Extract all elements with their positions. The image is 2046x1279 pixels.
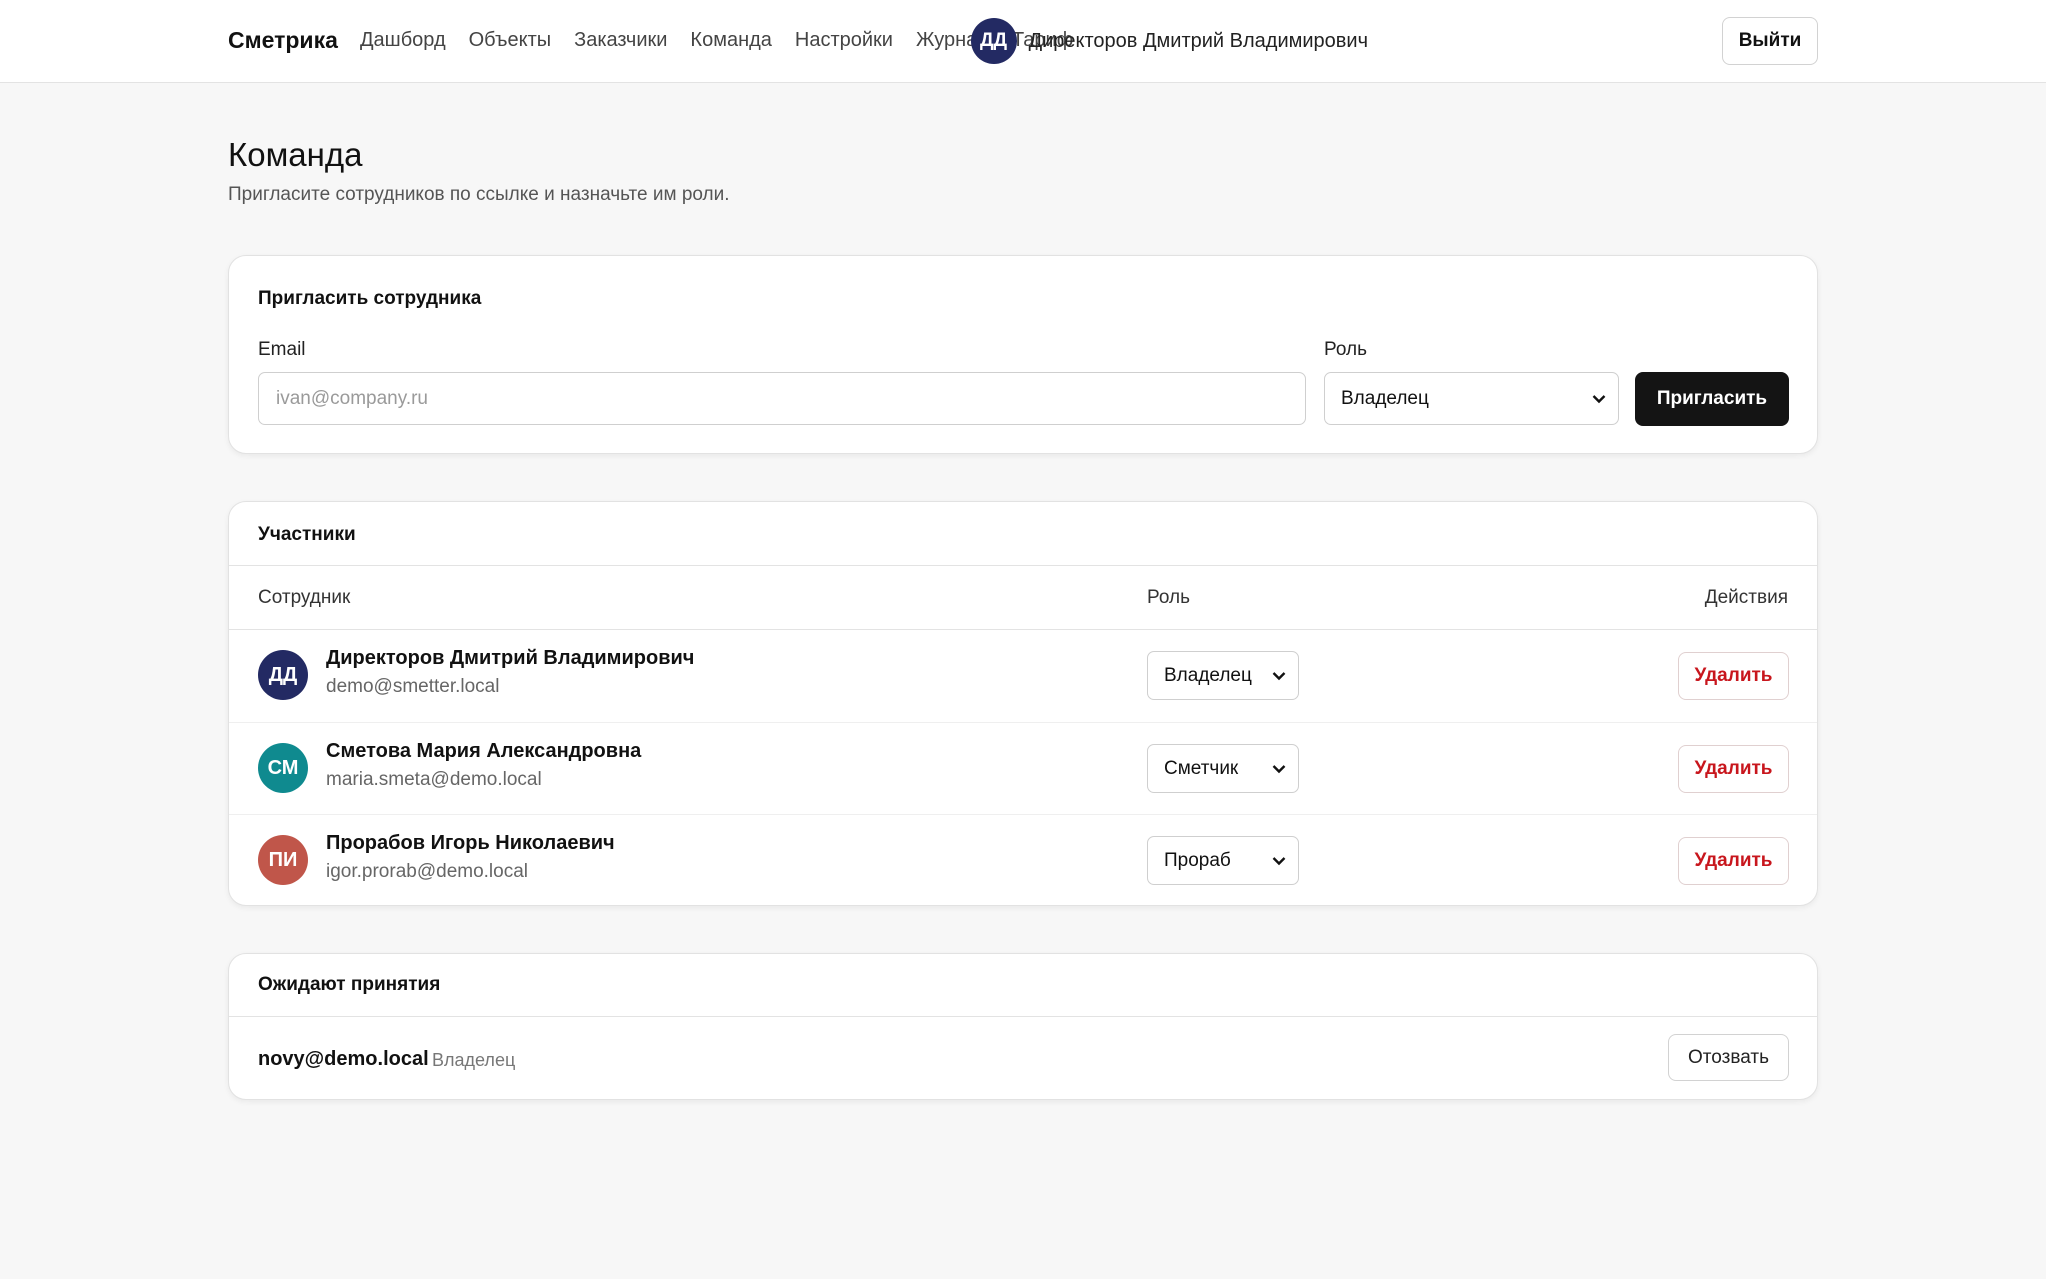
column-header-employee: Сотрудник (258, 587, 351, 608)
main-nav: Дашборд Объекты Заказчики Команда Настро… (360, 29, 1073, 52)
member-role-select[interactable]: Прораб (1147, 836, 1299, 885)
member-name: Сметова Мария Александровна (326, 740, 642, 762)
member-email: maria.smeta@demo.local (326, 769, 542, 790)
pending-card-title: Ожидают принятия (258, 974, 441, 995)
delete-member-button[interactable]: Удалить (1678, 652, 1789, 700)
member-name: Прорабов Игорь Николаевич (326, 832, 615, 854)
members-card-title: Участники (258, 524, 356, 545)
pending-invite-role: Владелец (432, 1050, 516, 1070)
email-field[interactable] (258, 372, 1306, 425)
avatar: ДД (258, 650, 308, 700)
avatar: СМ (258, 743, 308, 793)
invite-button[interactable]: Пригласить (1635, 372, 1789, 426)
delete-member-button[interactable]: Удалить (1678, 745, 1789, 793)
members-card: Участники Сотрудник Роль Действия ДД Дир… (228, 501, 1818, 906)
chevron-down-icon (1272, 764, 1286, 773)
avatar: ДД (970, 18, 1017, 64)
member-role-value: Прораб (1164, 849, 1231, 871)
brand-logo[interactable]: Сметрика (228, 27, 338, 54)
chevron-down-icon (1272, 856, 1286, 865)
nav-item-team[interactable]: Команда (690, 29, 771, 52)
member-email: demo@smetter.local (326, 676, 500, 697)
member-name: Директоров Дмитрий Владимирович (326, 647, 695, 669)
column-header-role: Роль (1147, 587, 1190, 608)
pending-invites-card: Ожидают принятия novy@demo.local Владеле… (228, 953, 1818, 1100)
chevron-down-icon (1592, 394, 1606, 403)
nav-item-dashboard[interactable]: Дашборд (360, 29, 446, 52)
divider (229, 565, 1817, 566)
table-row: ПИ Прорабов Игорь Николаевич igor.prorab… (229, 815, 1817, 907)
nav-item-customers[interactable]: Заказчики (574, 29, 667, 52)
role-label: Роль (1324, 339, 1367, 360)
current-user: ДД Директоров Дмитрий Владимирович (970, 18, 1368, 64)
pending-invite-email: novy@demo.local (258, 1048, 429, 1070)
user-name: Директоров Дмитрий Владимирович (1028, 29, 1368, 52)
logout-button[interactable]: Выйти (1722, 17, 1818, 65)
page-subtitle: Пригласите сотрудников по ссылке и назна… (228, 184, 730, 205)
member-role-value: Сметчик (1164, 757, 1239, 779)
column-header-actions: Действия (1704, 587, 1788, 608)
invite-card-title: Пригласить сотрудника (258, 288, 482, 309)
email-label: Email (258, 339, 306, 360)
top-navigation-bar: Сметрика Дашборд Объекты Заказчики Коман… (0, 0, 2046, 83)
table-row: ДД Директоров Дмитрий Владимирович demo@… (229, 630, 1817, 722)
invite-card: Пригласить сотрудника Email Роль Владеле… (228, 255, 1818, 454)
table-row: СМ Сметова Мария Александровна maria.sme… (229, 723, 1817, 815)
chevron-down-icon (1272, 671, 1286, 680)
member-email: igor.prorab@demo.local (326, 861, 529, 882)
page-title: Команда (228, 136, 363, 173)
divider (229, 1016, 1817, 1017)
invite-role-value: Владелец (1341, 387, 1429, 409)
member-role-value: Владелец (1164, 664, 1252, 686)
nav-item-objects[interactable]: Объекты (469, 29, 551, 52)
revoke-invite-button[interactable]: Отозвать (1668, 1034, 1789, 1081)
avatar: ПИ (258, 835, 308, 885)
invite-role-select[interactable]: Владелец (1324, 372, 1619, 425)
delete-member-button[interactable]: Удалить (1678, 837, 1789, 885)
nav-item-settings[interactable]: Настройки (795, 29, 893, 52)
member-role-select[interactable]: Владелец (1147, 651, 1299, 700)
member-role-select[interactable]: Сметчик (1147, 744, 1299, 793)
